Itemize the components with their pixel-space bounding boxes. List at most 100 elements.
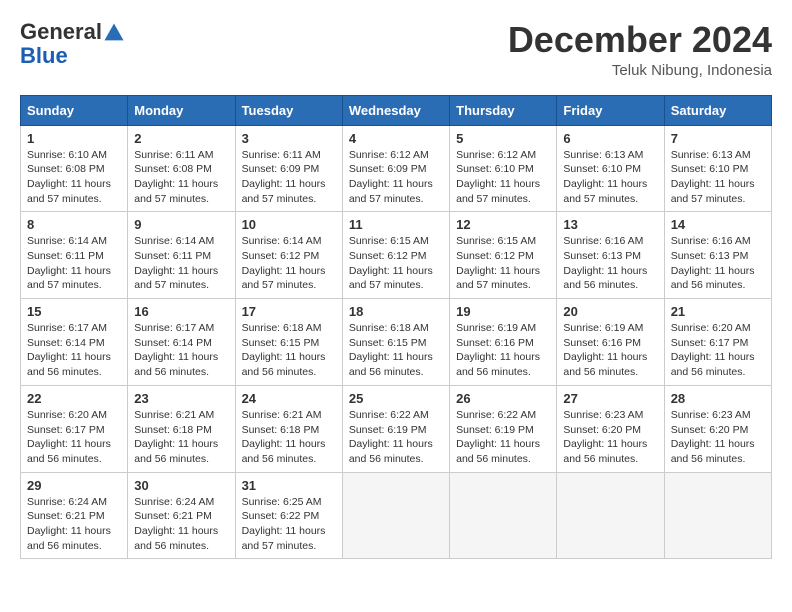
day-number: 14 (671, 217, 765, 232)
day-number: 26 (456, 391, 550, 406)
day-number: 10 (242, 217, 336, 232)
day-info: Sunrise: 6:11 AM Sunset: 6:08 PM Dayligh… (134, 148, 228, 207)
day-info: Sunrise: 6:20 AM Sunset: 6:17 PM Dayligh… (671, 321, 765, 380)
calendar-cell: 3Sunrise: 6:11 AM Sunset: 6:09 PM Daylig… (235, 125, 342, 212)
calendar-cell: 9 Sunrise: 6:14 AM Sunset: 6:11 PM Daylig… (128, 212, 235, 299)
calendar-week-row: 1 Sunrise: 6:10 AM Sunset: 6:08 PM Daylig… (21, 125, 772, 212)
calendar-cell: 26 Sunrise: 6:22 AM Sunset: 6:19 PM Dayli… (450, 385, 557, 472)
day-info: Sunrise: 6:10 AM Sunset: 6:08 PM Dayligh… (27, 148, 121, 207)
day-header-sunday: Sunday (21, 95, 128, 125)
day-info: Sunrise: 6:24 AM Sunset: 6:21 PM Dayligh… (134, 495, 228, 554)
day-header-friday: Friday (557, 95, 664, 125)
calendar-cell: 21 Sunrise: 6:20 AM Sunset: 6:17 PM Dayli… (664, 299, 771, 386)
day-info: Sunrise: 6:12 AM Sunset: 6:09 PM Dayligh… (349, 148, 443, 207)
day-number: 29 (27, 478, 121, 493)
calendar-cell: 14 Sunrise: 6:16 AM Sunset: 6:13 PM Dayli… (664, 212, 771, 299)
day-number: 3 (242, 131, 336, 146)
day-info: Sunrise: 6:15 AM Sunset: 6:12 PM Dayligh… (349, 234, 443, 293)
calendar-cell (342, 472, 449, 559)
day-info: Sunrise: 6:16 AM Sunset: 6:13 PM Dayligh… (671, 234, 765, 293)
day-info: Sunrise: 6:13 AM Sunset: 6:10 PM Dayligh… (563, 148, 657, 207)
day-number: 22 (27, 391, 121, 406)
day-info: Sunrise: 6:25 AM Sunset: 6:22 PM Dayligh… (242, 495, 336, 554)
day-number: 27 (563, 391, 657, 406)
day-info: Sunrise: 6:22 AM Sunset: 6:19 PM Dayligh… (456, 408, 550, 467)
calendar-cell: 29 Sunrise: 6:24 AM Sunset: 6:21 PM Dayli… (21, 472, 128, 559)
day-info: Sunrise: 6:20 AM Sunset: 6:17 PM Dayligh… (27, 408, 121, 467)
calendar-cell: 18 Sunrise: 6:18 AM Sunset: 6:15 PM Dayli… (342, 299, 449, 386)
day-info: Sunrise: 6:21 AM Sunset: 6:18 PM Dayligh… (242, 408, 336, 467)
day-header-wednesday: Wednesday (342, 95, 449, 125)
header-row: SundayMondayTuesdayWednesdayThursdayFrid… (21, 95, 772, 125)
day-info: Sunrise: 6:13 AM Sunset: 6:10 PM Dayligh… (671, 148, 765, 207)
day-number: 24 (242, 391, 336, 406)
calendar-week-row: 15 Sunrise: 6:17 AM Sunset: 6:14 PM Dayli… (21, 299, 772, 386)
day-number: 19 (456, 304, 550, 319)
calendar-cell: 16Sunrise: 6:17 AM Sunset: 6:14 PM Dayli… (128, 299, 235, 386)
day-number: 12 (456, 217, 550, 232)
day-number: 5 (456, 131, 550, 146)
calendar-cell (557, 472, 664, 559)
day-number: 30 (134, 478, 228, 493)
calendar-cell: 31Sunrise: 6:25 AM Sunset: 6:22 PM Dayli… (235, 472, 342, 559)
calendar-cell: 4Sunrise: 6:12 AM Sunset: 6:09 PM Daylig… (342, 125, 449, 212)
calendar-cell (664, 472, 771, 559)
day-number: 18 (349, 304, 443, 319)
day-number: 9 (134, 217, 228, 232)
calendar-cell: 5 Sunrise: 6:12 AM Sunset: 6:10 PM Daylig… (450, 125, 557, 212)
calendar-week-row: 8 Sunrise: 6:14 AM Sunset: 6:11 PM Daylig… (21, 212, 772, 299)
calendar-cell: 11 Sunrise: 6:15 AM Sunset: 6:12 PM Dayli… (342, 212, 449, 299)
day-info: Sunrise: 6:18 AM Sunset: 6:15 PM Dayligh… (242, 321, 336, 380)
day-info: Sunrise: 6:18 AM Sunset: 6:15 PM Dayligh… (349, 321, 443, 380)
day-number: 28 (671, 391, 765, 406)
calendar-cell: 6 Sunrise: 6:13 AM Sunset: 6:10 PM Daylig… (557, 125, 664, 212)
page-header: General Blue December 2024 Teluk Nibung,… (20, 20, 772, 79)
day-info: Sunrise: 6:24 AM Sunset: 6:21 PM Dayligh… (27, 495, 121, 554)
day-number: 17 (242, 304, 336, 319)
calendar-cell: 30 Sunrise: 6:24 AM Sunset: 6:21 PM Dayli… (128, 472, 235, 559)
logo-blue: Blue (20, 43, 68, 68)
calendar-cell: 24 Sunrise: 6:21 AM Sunset: 6:18 PM Dayli… (235, 385, 342, 472)
calendar-cell: 20Sunrise: 6:19 AM Sunset: 6:16 PM Dayli… (557, 299, 664, 386)
day-info: Sunrise: 6:22 AM Sunset: 6:19 PM Dayligh… (349, 408, 443, 467)
calendar-cell: 12 Sunrise: 6:15 AM Sunset: 6:12 PM Dayli… (450, 212, 557, 299)
location: Teluk Nibung, Indonesia (508, 62, 772, 79)
calendar-cell: 15 Sunrise: 6:17 AM Sunset: 6:14 PM Dayli… (21, 299, 128, 386)
calendar-cell (450, 472, 557, 559)
calendar-cell: 8 Sunrise: 6:14 AM Sunset: 6:11 PM Daylig… (21, 212, 128, 299)
day-info: Sunrise: 6:17 AM Sunset: 6:14 PM Dayligh… (27, 321, 121, 380)
day-number: 11 (349, 217, 443, 232)
logo-general: General (20, 19, 102, 44)
calendar-cell: 28 Sunrise: 6:23 AM Sunset: 6:20 PM Dayli… (664, 385, 771, 472)
day-number: 1 (27, 131, 121, 146)
calendar-table: SundayMondayTuesdayWednesdayThursdayFrid… (20, 95, 772, 560)
calendar-cell: 27 Sunrise: 6:23 AM Sunset: 6:20 PM Dayli… (557, 385, 664, 472)
day-number: 23 (134, 391, 228, 406)
day-header-monday: Monday (128, 95, 235, 125)
day-number: 6 (563, 131, 657, 146)
day-info: Sunrise: 6:14 AM Sunset: 6:11 PM Dayligh… (27, 234, 121, 293)
day-number: 8 (27, 217, 121, 232)
month-title: December 2024 (508, 20, 772, 60)
day-info: Sunrise: 6:12 AM Sunset: 6:10 PM Dayligh… (456, 148, 550, 207)
calendar-cell: 13Sunrise: 6:16 AM Sunset: 6:13 PM Dayli… (557, 212, 664, 299)
day-number: 21 (671, 304, 765, 319)
calendar-cell: 7Sunrise: 6:13 AM Sunset: 6:10 PM Daylig… (664, 125, 771, 212)
day-info: Sunrise: 6:23 AM Sunset: 6:20 PM Dayligh… (563, 408, 657, 467)
day-info: Sunrise: 6:14 AM Sunset: 6:11 PM Dayligh… (134, 234, 228, 293)
title-block: December 2024 Teluk Nibung, Indonesia (508, 20, 772, 79)
day-header-tuesday: Tuesday (235, 95, 342, 125)
calendar-cell: 1 Sunrise: 6:10 AM Sunset: 6:08 PM Daylig… (21, 125, 128, 212)
calendar-cell: 19Sunrise: 6:19 AM Sunset: 6:16 PM Dayli… (450, 299, 557, 386)
day-header-saturday: Saturday (664, 95, 771, 125)
day-info: Sunrise: 6:23 AM Sunset: 6:20 PM Dayligh… (671, 408, 765, 467)
calendar-cell: 23Sunrise: 6:21 AM Sunset: 6:18 PM Dayli… (128, 385, 235, 472)
day-info: Sunrise: 6:16 AM Sunset: 6:13 PM Dayligh… (563, 234, 657, 293)
day-info: Sunrise: 6:15 AM Sunset: 6:12 PM Dayligh… (456, 234, 550, 293)
day-number: 2 (134, 131, 228, 146)
logo: General Blue (20, 20, 126, 68)
day-number: 15 (27, 304, 121, 319)
calendar-cell: 25Sunrise: 6:22 AM Sunset: 6:19 PM Dayli… (342, 385, 449, 472)
calendar-cell: 10Sunrise: 6:14 AM Sunset: 6:12 PM Dayli… (235, 212, 342, 299)
calendar-cell: 22 Sunrise: 6:20 AM Sunset: 6:17 PM Dayli… (21, 385, 128, 472)
